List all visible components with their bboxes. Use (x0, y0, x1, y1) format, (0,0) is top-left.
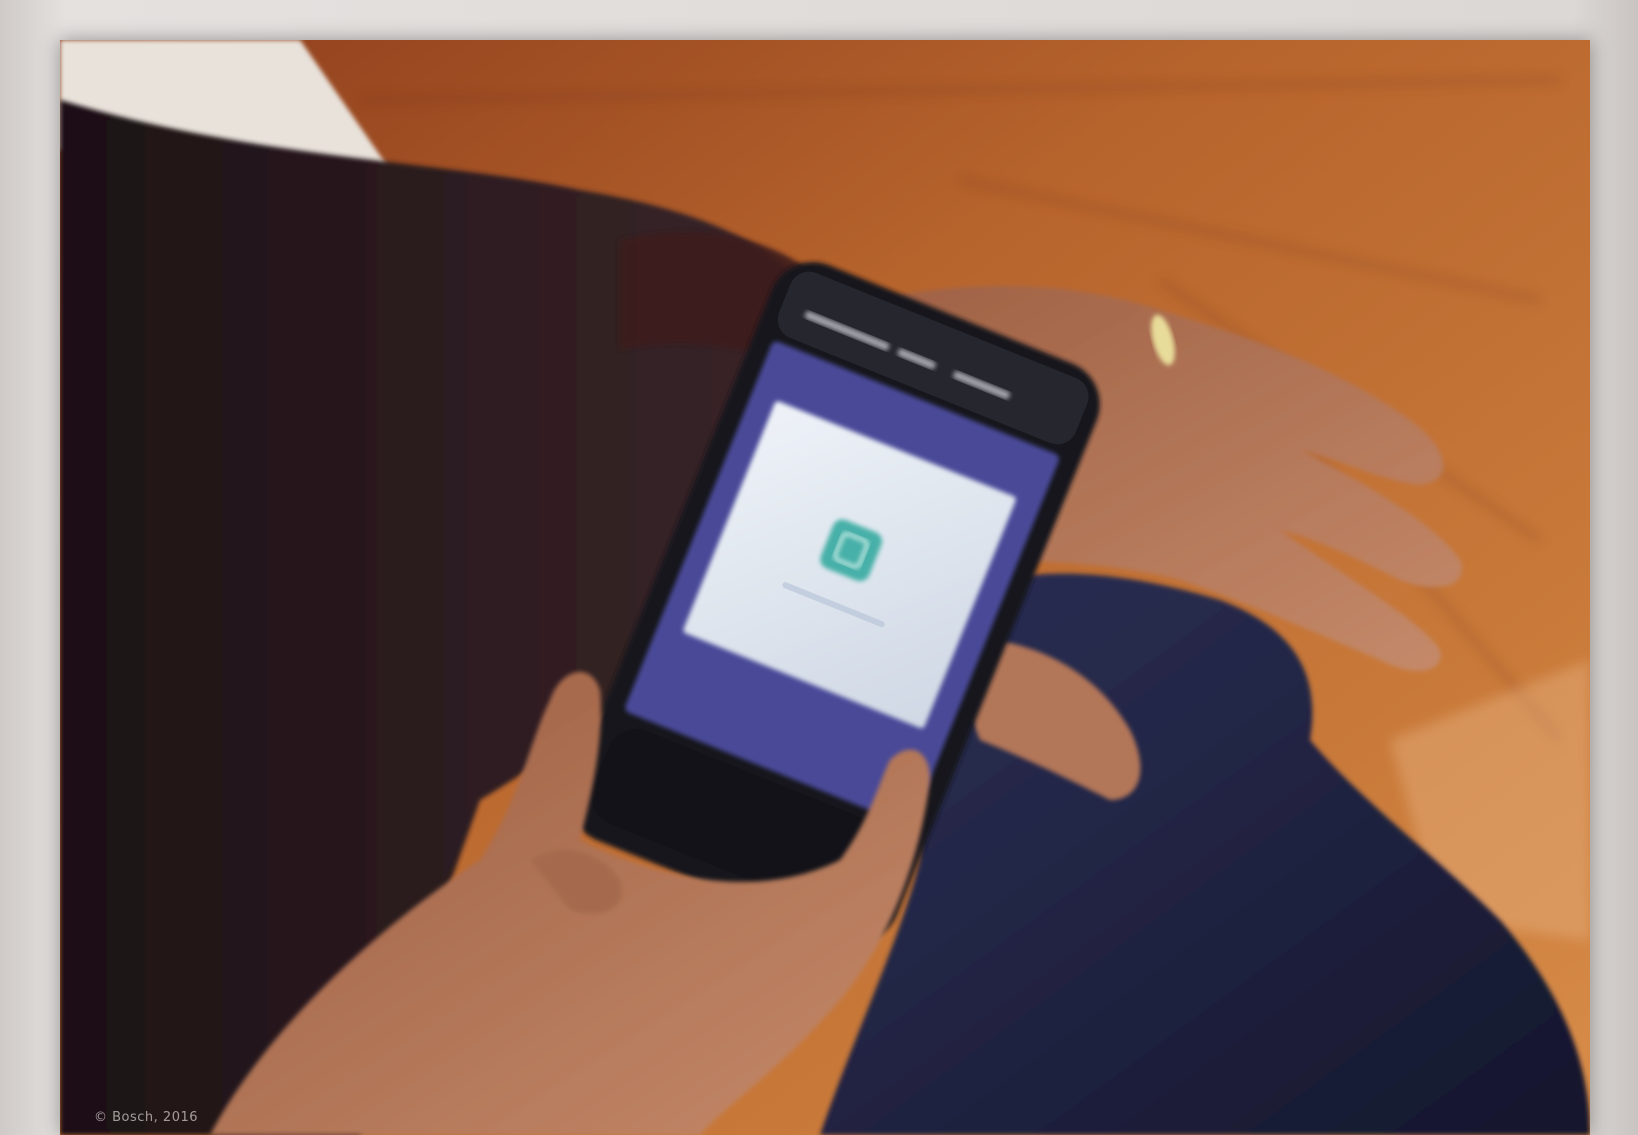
photo-frame: © Bosch, 2016 (0, 0, 1638, 1135)
photograph: © Bosch, 2016 (60, 40, 1590, 1135)
scene (60, 40, 1590, 1135)
photo-caption: © Bosch, 2016 (94, 1110, 199, 1125)
